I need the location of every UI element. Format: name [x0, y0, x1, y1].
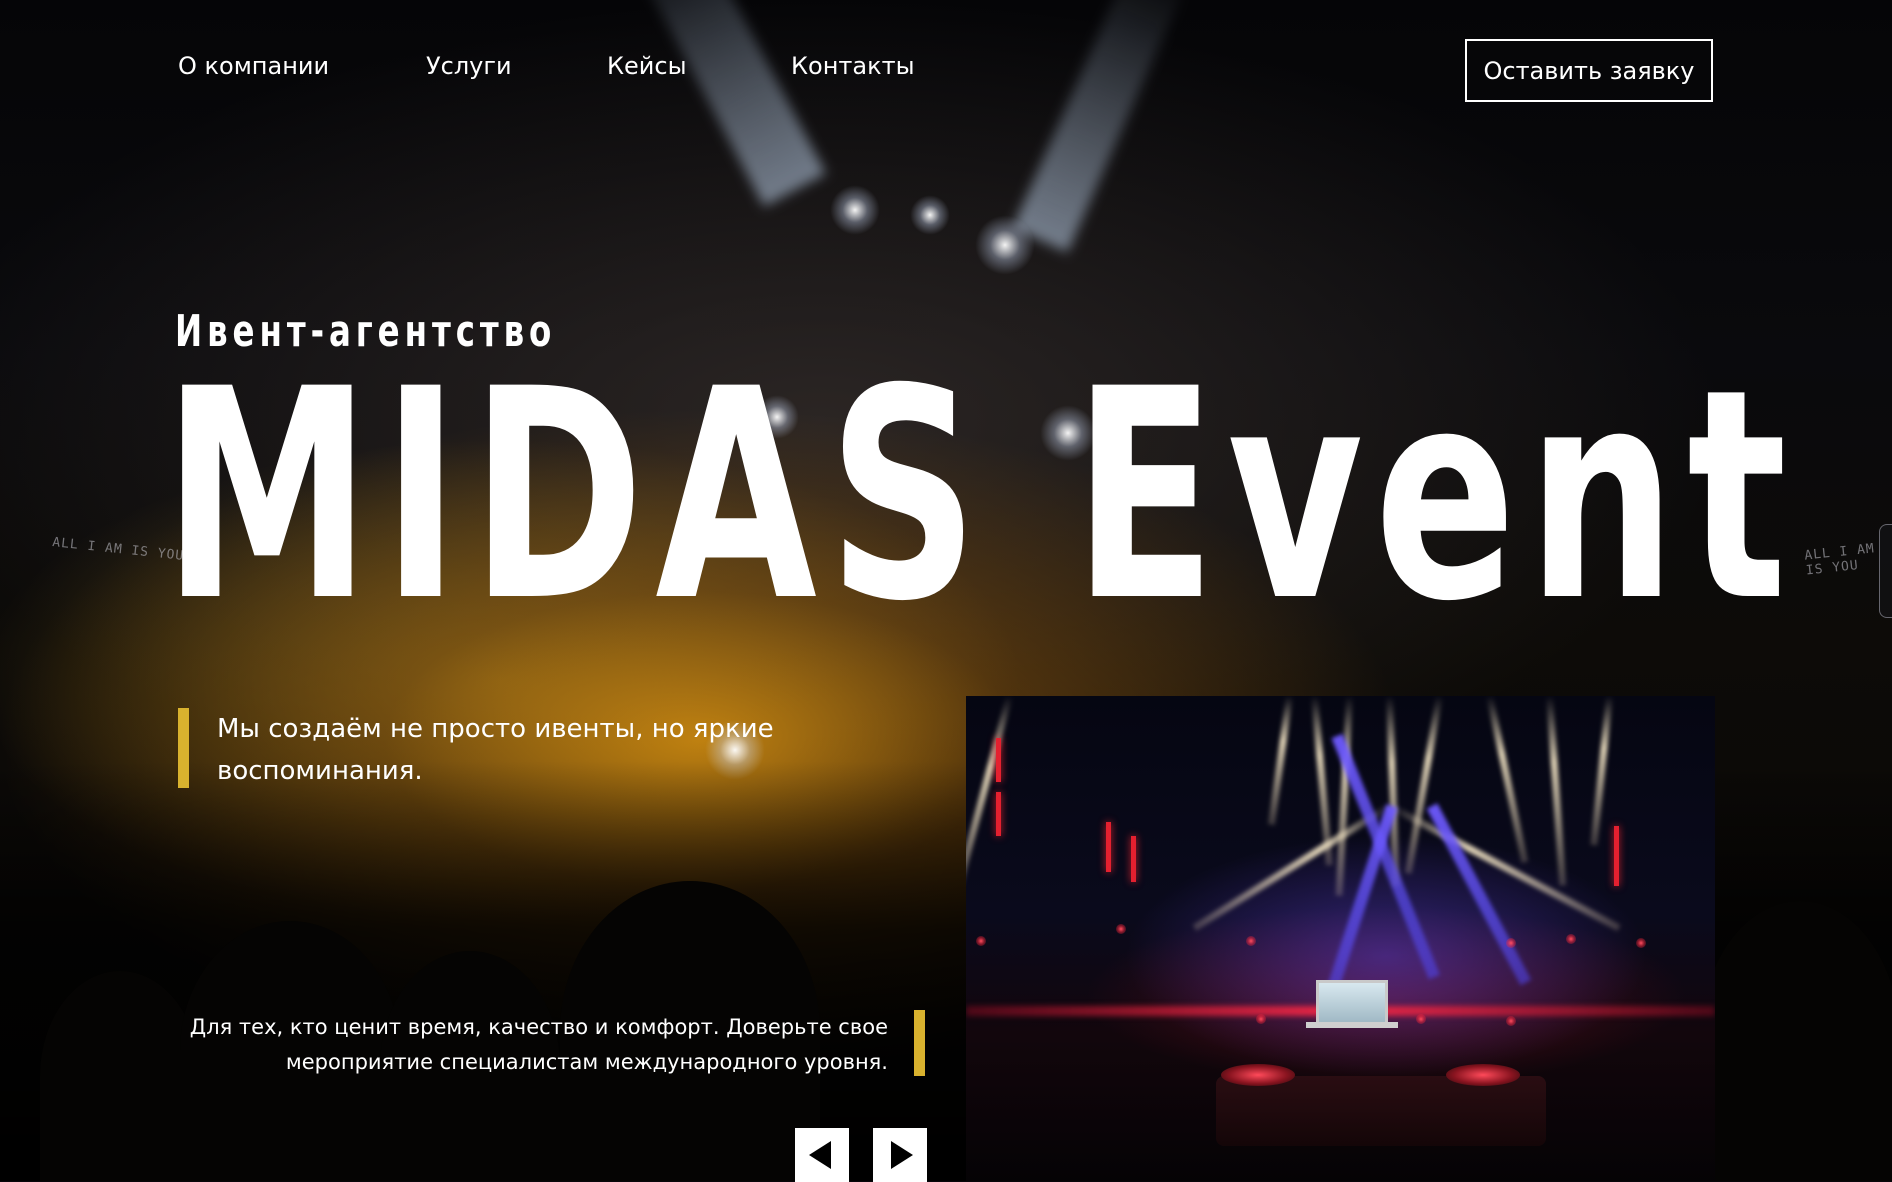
event-stage-photo — [966, 696, 1715, 1181]
nav-item-company[interactable]: О компании — [178, 52, 329, 80]
tagline-accent-bar — [178, 708, 189, 788]
scrollbar-handle[interactable] — [1879, 524, 1892, 618]
leave-request-button[interactable]: Оставить заявку — [1465, 39, 1713, 102]
nav-item-services[interactable]: Услуги — [426, 52, 512, 80]
slider-next-button[interactable] — [873, 1128, 927, 1182]
nav-item-cases[interactable]: Кейсы — [607, 52, 687, 80]
spotlight-glow — [975, 215, 1035, 275]
hero-title: MIDAS Event — [163, 328, 1799, 665]
spotlight-glow — [910, 195, 950, 235]
spotlight-glow — [830, 185, 880, 235]
nav-item-contacts[interactable]: Контакты — [791, 52, 915, 80]
subtext-accent-bar — [914, 1010, 925, 1076]
hero-subtext: Для тех, кто ценит время, качество и ком… — [189, 1015, 888, 1074]
hero-tagline: Мы создаём не просто ивенты, но яркие во… — [217, 714, 774, 786]
spotlight-beam — [623, 0, 826, 207]
laptop — [1316, 980, 1388, 1026]
spotlight-beam — [1012, 0, 1190, 253]
dj-table — [1216, 1076, 1546, 1146]
triangle-right-icon — [891, 1141, 913, 1169]
slider-prev-button[interactable] — [795, 1128, 849, 1182]
triangle-left-icon — [809, 1141, 831, 1169]
